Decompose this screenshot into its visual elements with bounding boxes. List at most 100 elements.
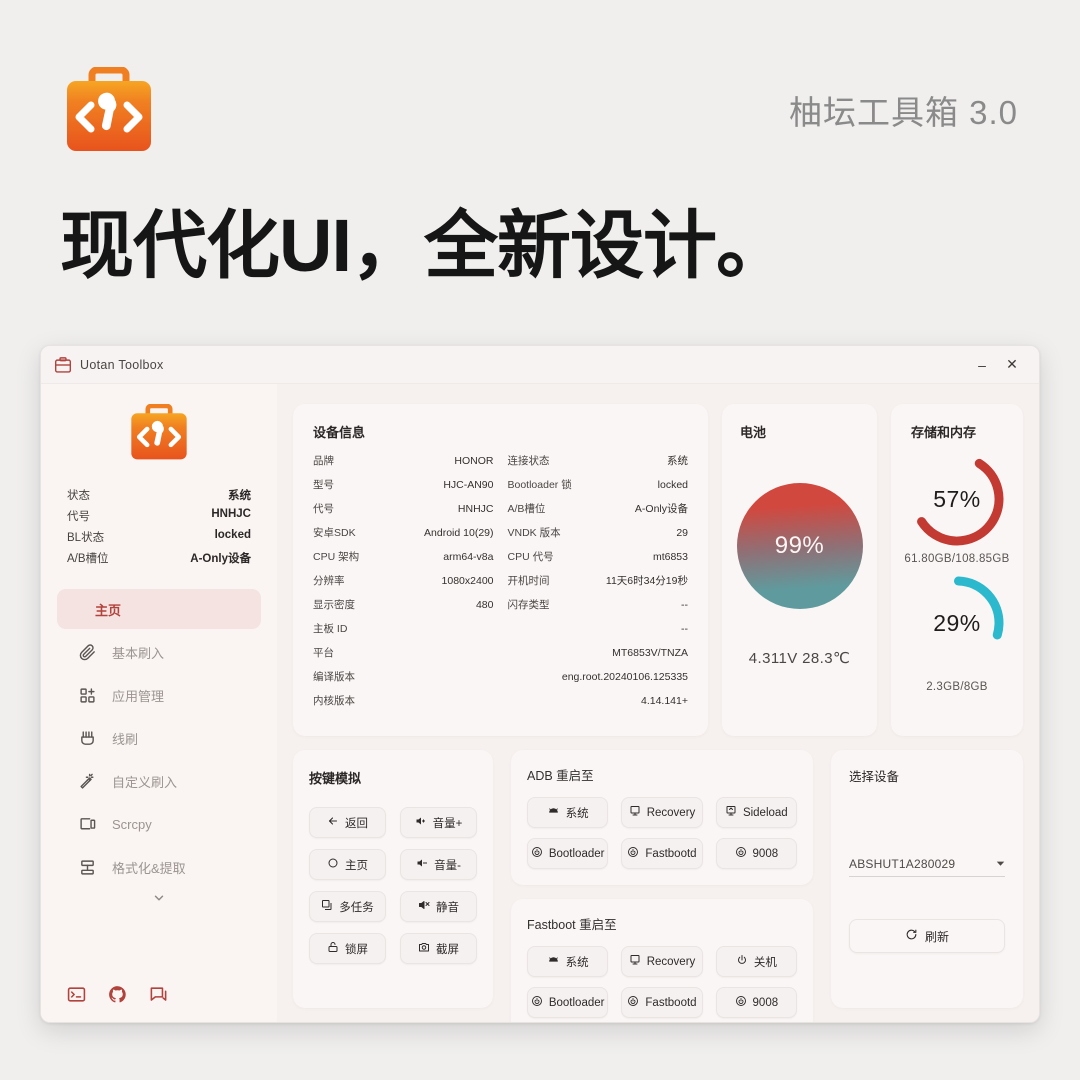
info-row: 开机时间 11天6时34分19秒 [508, 573, 689, 597]
storage-memory-title: 存储和内存 [911, 425, 977, 440]
info-row: 主板 ID -- [313, 621, 688, 645]
summary-row: BL状态 locked [67, 526, 251, 547]
info-value: -- [681, 623, 688, 635]
terminal-icon[interactable] [67, 985, 86, 1004]
summary-value: 系统 [228, 489, 251, 502]
info-row: 安卓SDK Android 10(29) [313, 525, 494, 549]
sidebar-item-app-management[interactable]: 应用管理 [57, 675, 261, 715]
sidebar-footer [41, 985, 277, 1022]
adb-reboot-recovery-button[interactable]: Recovery [621, 797, 703, 828]
info-label: 显示密度 [313, 599, 355, 611]
volume-down-icon [416, 857, 428, 872]
window-body: 状态 系统 代号 HNHJC BL状态 locked A/B槽位 A-Only设… [41, 384, 1039, 1022]
key-screenshot-button[interactable]: 截屏 [400, 933, 477, 964]
sidebar-item-label: Scrcpy [112, 816, 152, 832]
sidebar-item-home[interactable]: 主页 [57, 589, 261, 629]
chevron-down-icon[interactable] [41, 890, 277, 912]
monitor-arrow-icon [725, 805, 737, 820]
refresh-icon [905, 928, 918, 944]
magic-wand-icon [79, 773, 96, 790]
summary-row: A/B槽位 A-Only设备 [67, 547, 251, 568]
key-volume-down-button[interactable]: 音量- [400, 849, 477, 880]
info-row: 型号 HJC-AN90 [313, 477, 494, 501]
key-button-label: 音量+ [432, 817, 463, 830]
storage-ring: 57% [905, 447, 1009, 551]
adb-reboot-bootloader-button[interactable]: Bootloader [527, 838, 609, 869]
reboot-button-label: Fastbootd [645, 847, 697, 860]
key-button-label: 静音 [436, 901, 459, 914]
fastboot-reboot-system-button[interactable]: 系统 [527, 946, 609, 977]
minimize-button[interactable]: – [967, 351, 997, 379]
window-title: Uotan Toolbox [80, 357, 164, 372]
sidebar-item-format-extract[interactable]: 格式化&提取 [57, 847, 261, 887]
main-content: 设备信息 品牌 HONOR 型号 HJC-AN90 代号 HNHJC 安卓SDK And… [277, 384, 1039, 1022]
adb-reboot-system-button[interactable]: 系统 [527, 797, 609, 828]
volume-up-icon [415, 815, 427, 830]
fastboot-reboot-recovery-button[interactable]: Recovery [621, 946, 703, 977]
fastboot-reboot-bootloader-button[interactable]: Bootloader [527, 987, 609, 1018]
info-label: 平台 [313, 647, 334, 659]
reboot-button-label: Recovery [646, 955, 696, 968]
window-titlebar[interactable]: Uotan Toolbox – ✕ [41, 346, 1039, 384]
device-info-grid: 品牌 HONOR 型号 HJC-AN90 代号 HNHJC 安卓SDK Android … [313, 453, 688, 621]
adb-reboot-grid: 系统 Recovery Sideload Bootloader Fastboot… [527, 797, 797, 869]
key-simulation-card: 按键模拟 返回 音量+ 主页 音量- 多任务 静音 锁屏 截屏 [293, 750, 493, 1008]
github-icon[interactable] [108, 985, 127, 1004]
device-select-value: ABSHUT1A280029 [849, 857, 956, 871]
device-select-dropdown[interactable]: ABSHUT1A280029 [849, 857, 1005, 877]
feedback-chat-icon[interactable] [149, 985, 168, 1004]
monitor-icon [629, 954, 641, 969]
memory-percent: 29% [933, 609, 981, 636]
reboot-button-label: Recovery [646, 806, 696, 819]
key-simulation-grid: 返回 音量+ 主页 音量- 多任务 静音 锁屏 截屏 [309, 807, 477, 964]
info-label: 安卓SDK [313, 527, 356, 539]
android-icon [547, 805, 560, 821]
summary-row: 代号 HNHJC [67, 505, 251, 526]
storage-percent: 57% [933, 485, 981, 512]
fastboot-shutdown-button[interactable]: 关机 [715, 946, 797, 977]
info-label: A/B槽位 [507, 503, 546, 515]
sidebar-item-basic-flash[interactable]: 基本刷入 [57, 632, 261, 672]
apps-add-icon [79, 687, 96, 704]
info-value: -- [681, 599, 688, 611]
key-multitask-button[interactable]: 多任务 [309, 891, 386, 922]
key-back-button[interactable]: 返回 [309, 807, 386, 838]
camera-icon [418, 941, 430, 956]
fastboot-reboot-fastbootd-button[interactable]: Fastbootd [621, 987, 703, 1018]
info-row: 品牌 HONOR [313, 453, 494, 477]
toolbox-icon [131, 404, 187, 460]
info-label: 主板 ID [313, 623, 348, 635]
info-label: CPU 架构 [313, 551, 360, 563]
info-label: 闪存类型 [507, 599, 550, 611]
key-mute-button[interactable]: 静音 [400, 891, 477, 922]
usb-cable-icon [79, 730, 96, 747]
reboot-button-label: 9008 [752, 996, 779, 1009]
adb-reboot-fastbootd-button[interactable]: Fastbootd [621, 838, 703, 869]
device-select-title: 选择设备 [849, 770, 900, 784]
info-value: MT6853V/TNZA [612, 647, 688, 659]
info-label: 型号 [313, 479, 334, 491]
fastboot-reboot-9008-button[interactable]: 9008 [715, 987, 797, 1018]
key-home-button[interactable]: 主页 [309, 849, 386, 880]
reboot-button-label: Fastbootd [645, 996, 697, 1009]
chevron-down-icon [996, 859, 1005, 870]
adb-reboot-9008-button[interactable]: 9008 [715, 838, 797, 869]
key-lock-screen-button[interactable]: 锁屏 [309, 933, 386, 964]
sidebar-item-scrcpy[interactable]: Scrcpy [57, 804, 261, 844]
info-label: VNDK 版本 [507, 527, 561, 539]
circle-icon [327, 857, 339, 872]
info-value: 4.14.141+ [640, 695, 688, 707]
adb-reboot-sideload-button[interactable]: Sideload [715, 797, 797, 828]
reboot-button-label: 系统 [565, 956, 589, 969]
sidebar-item-wired-flash[interactable]: 线刷 [57, 718, 261, 758]
device-info-wide-rows: 主板 ID -- 平台 MT6853V/TNZA 编译版本 eng.root.2024… [313, 621, 688, 717]
sidebar-item-custom-flash[interactable]: 自定义刷入 [57, 761, 261, 801]
info-label: 内核版本 [313, 695, 355, 707]
promo-product-name: 柚坛工具箱 3.0 [788, 94, 1018, 131]
summary-label: 状态 [67, 489, 90, 502]
refresh-button[interactable]: 刷新 [849, 919, 1005, 953]
close-button[interactable]: ✕ [997, 351, 1027, 379]
key-volume-up-button[interactable]: 音量+ [400, 807, 477, 838]
battery-card: 电池 99% 4.311V 28.3℃ [722, 404, 877, 736]
reboot-button-label: Sideload [742, 806, 788, 819]
